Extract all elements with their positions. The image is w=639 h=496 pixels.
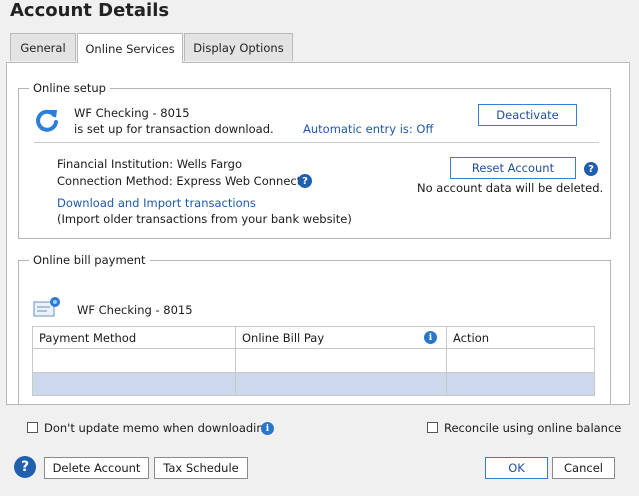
tax-schedule-button[interactable]: Tax Schedule <box>154 457 248 479</box>
tab-display-options[interactable]: Display Options <box>184 33 293 61</box>
deactivate-button[interactable]: Deactivate <box>478 104 577 126</box>
bill-payment-legend: Online bill payment <box>29 253 150 267</box>
table-cell <box>235 372 447 396</box>
table-cell <box>235 348 447 373</box>
reset-account-button[interactable]: Reset Account <box>450 157 576 179</box>
reset-help-icon[interactable]: ? <box>584 162 598 176</box>
reset-note: No account data will be deleted. <box>417 181 604 195</box>
bill-pay-icon <box>33 296 63 318</box>
column-header-action[interactable]: Action <box>446 326 595 349</box>
tab-bar: General Online Services Display Options <box>0 33 639 63</box>
table-cell <box>446 348 595 373</box>
reconcile-checkbox[interactable] <box>427 422 438 433</box>
bill-payment-account-name: WF Checking - 8015 <box>77 303 193 317</box>
financial-institution-label: Financial Institution: Wells Fargo <box>57 157 243 171</box>
table-cell <box>32 348 236 373</box>
setup-divider <box>34 142 599 143</box>
help-question-icon[interactable]: ? <box>14 456 36 478</box>
column-header-online-bill-pay[interactable]: Online Bill Pay i <box>235 326 447 349</box>
connection-help-icon[interactable]: ? <box>298 174 312 188</box>
table-row[interactable] <box>32 348 595 373</box>
tax-schedule-label: Tax Schedule <box>163 461 239 475</box>
connection-method-label: Connection Method: Express Web Connect+ <box>57 174 311 188</box>
table-row-selected[interactable] <box>32 372 595 396</box>
column-header-online-bill-pay-label: Online Bill Pay <box>242 330 325 345</box>
bill-payment-table: Payment Method Online Bill Pay i Action <box>32 326 595 396</box>
column-header-payment-method[interactable]: Payment Method <box>32 326 236 349</box>
online-setup-account-name: WF Checking - 8015 <box>74 106 190 120</box>
automatic-entry-link[interactable]: Automatic entry is: Off <box>303 122 433 136</box>
delete-account-label: Delete Account <box>52 461 141 475</box>
memo-info-icon[interactable]: i <box>261 422 274 435</box>
download-note: (Import older transactions from your ban… <box>57 212 352 226</box>
memo-checkbox[interactable] <box>27 422 38 433</box>
online-setup-status-text: is set up for transaction download. <box>74 122 274 136</box>
window-title: Account Details <box>10 0 170 21</box>
info-icon[interactable]: i <box>424 331 437 344</box>
memo-checkbox-label: Don't update memo when downloading <box>44 421 271 435</box>
table-cell <box>32 372 236 396</box>
online-setup-legend: Online setup <box>29 81 110 95</box>
download-import-link[interactable]: Download and Import transactions <box>57 196 256 210</box>
reconcile-checkbox-label: Reconcile using online balance <box>444 421 622 435</box>
table-cell <box>446 372 595 396</box>
refresh-icon <box>34 107 60 133</box>
delete-account-button[interactable]: Delete Account <box>44 457 149 479</box>
tab-online-services[interactable]: Online Services <box>77 33 183 63</box>
cancel-button[interactable]: Cancel <box>552 457 615 479</box>
tab-general[interactable]: General <box>10 33 76 61</box>
ok-button[interactable]: OK <box>485 457 548 479</box>
